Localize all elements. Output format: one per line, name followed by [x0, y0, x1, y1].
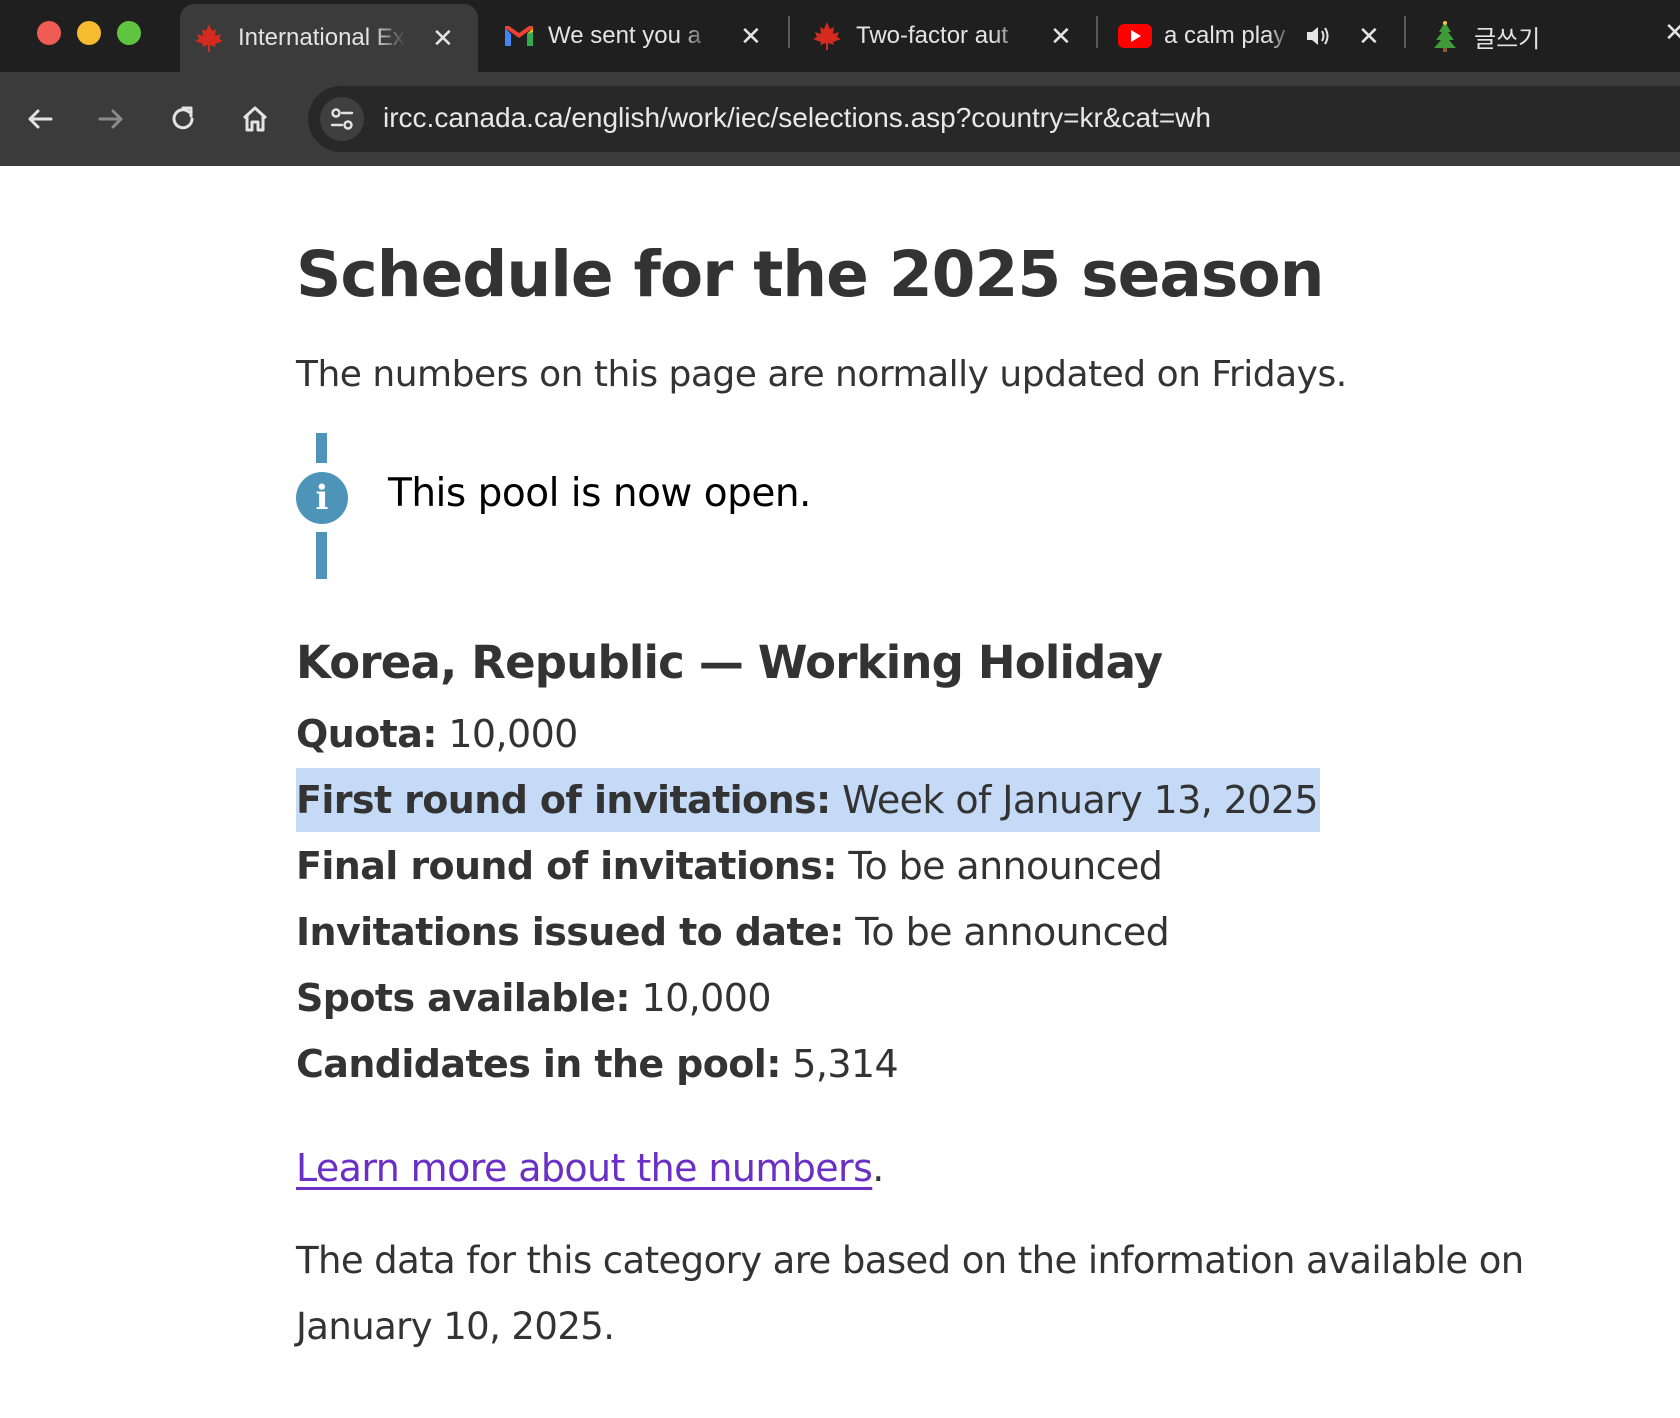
learn-more-link[interactable]: Learn more about the numbers [296, 1146, 873, 1190]
alert-accent-bar [316, 532, 327, 579]
tab-strip: International Ex ✕ We sent you a ✕ Two-f… [0, 0, 1680, 72]
stat-label: First round of invitations: [296, 778, 831, 822]
alert-accent-bar [316, 433, 327, 463]
stat-label: Final round of invitations: [296, 844, 837, 888]
tab-youtube[interactable]: a calm play ✕ [1110, 6, 1410, 66]
site-info-icon[interactable] [320, 97, 364, 141]
tab-title: We sent you a [548, 22, 701, 49]
stat-first-round: First round of invitations: Week of Janu… [296, 768, 1320, 832]
stat-value: To be announced [848, 844, 1163, 888]
youtube-icon [1118, 19, 1152, 53]
close-tab-icon[interactable]: ✕ [432, 23, 454, 54]
tab-separator [788, 16, 790, 48]
tab-title: International Ex [238, 24, 405, 51]
stat-invitations-issued: Invitations issued to date: To be announ… [296, 900, 1170, 964]
tab-writing[interactable]: 글쓰기 [1418, 6, 1618, 66]
url-text[interactable]: ircc.canada.ca/english/work/iec/selectio… [383, 102, 1211, 134]
back-button[interactable] [15, 94, 65, 144]
alert-text: This pool is now open. [388, 471, 811, 516]
learn-more-suffix: . [872, 1146, 884, 1190]
tab-international-experience[interactable]: International Ex ✕ [180, 4, 478, 72]
close-tab-icon[interactable]: ✕ [1358, 21, 1380, 52]
forward-arrow-icon [98, 109, 123, 129]
section-title: Korea, Republic — Working Holiday [296, 636, 1163, 689]
maple-leaf-icon [810, 19, 844, 53]
tab-separator [1096, 16, 1098, 48]
info-icon: i [296, 472, 348, 524]
stat-value: 10,000 [448, 712, 578, 756]
maple-leaf-icon [192, 21, 226, 55]
reload-icon [172, 106, 194, 130]
browser-toolbar: ircc.canada.ca/english/work/iec/selectio… [0, 72, 1680, 166]
tab-two-factor[interactable]: Two-factor aut ✕ [800, 6, 1096, 66]
close-tab-icon[interactable]: ✕ [1664, 18, 1680, 48]
stat-quota: Quota: 10,000 [296, 702, 578, 766]
window-maximize-button[interactable] [117, 21, 141, 45]
stat-value: 5,314 [792, 1042, 899, 1086]
stat-value: 10,000 [641, 976, 772, 1020]
close-tab-icon[interactable]: ✕ [740, 21, 762, 52]
tree-icon [1428, 19, 1462, 53]
gmail-icon [502, 19, 536, 53]
stat-value: To be announced [855, 910, 1170, 954]
tab-title: a calm play [1164, 22, 1286, 49]
reload-button[interactable] [158, 94, 208, 144]
stat-final-round: Final round of invitations: To be announ… [296, 834, 1163, 898]
address-bar[interactable]: ircc.canada.ca/english/work/iec/selectio… [308, 86, 1680, 152]
stat-label: Spots available: [296, 976, 631, 1020]
stat-value: Week of January 13, 2025 [842, 778, 1318, 822]
stat-candidates: Candidates in the pool: 5,314 [296, 1032, 899, 1096]
close-tab-icon[interactable]: ✕ [1050, 21, 1072, 52]
home-icon [242, 106, 268, 132]
page-title: Schedule for the 2025 season [296, 238, 1324, 311]
tab-title: Two-factor aut [856, 22, 1009, 49]
forward-button[interactable] [86, 94, 136, 144]
stat-label: Quota: [296, 712, 437, 756]
intro-text: The numbers on this page are normally up… [296, 354, 1347, 395]
tab-separator [1404, 16, 1406, 48]
window-close-button[interactable] [37, 21, 61, 45]
tab-gmail[interactable]: We sent you a ✕ [492, 6, 782, 66]
stat-label: Invitations issued to date: [296, 910, 844, 954]
learn-more-paragraph: Learn more about the numbers. [296, 1146, 884, 1190]
data-footnote: The data for this category are based on … [296, 1239, 1524, 1348]
stat-spots-available: Spots available: 10,000 [296, 966, 772, 1030]
window-minimize-button[interactable] [77, 21, 101, 45]
home-button[interactable] [230, 94, 280, 144]
back-arrow-icon [28, 109, 53, 129]
stat-label: Candidates in the pool: [296, 1042, 781, 1086]
tab-title: 글쓰기 [1474, 25, 1541, 53]
speaker-icon[interactable] [1304, 22, 1332, 57]
